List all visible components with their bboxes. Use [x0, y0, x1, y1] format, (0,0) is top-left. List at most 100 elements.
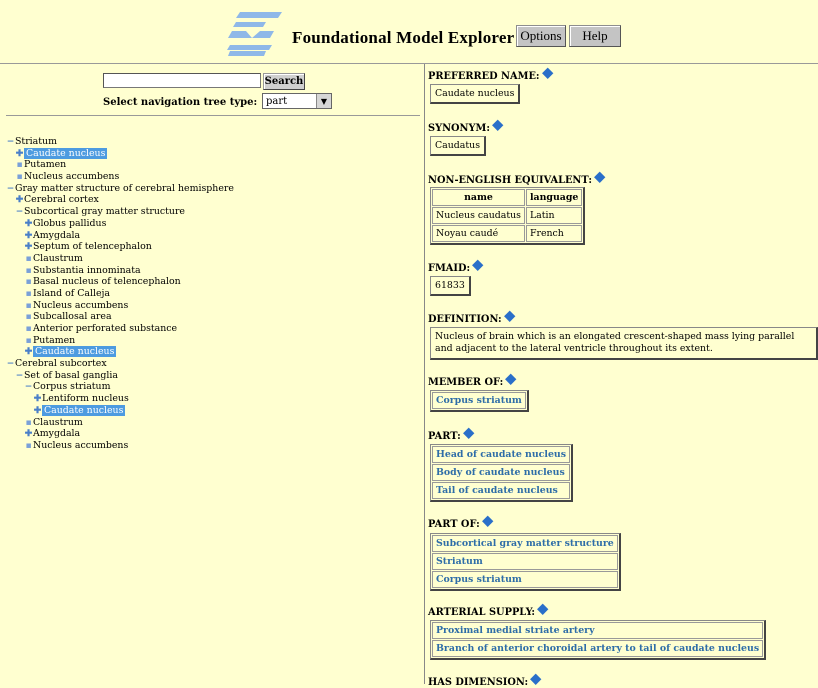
part-link[interactable]: Body of caudate nucleus — [432, 464, 571, 481]
tree-node-label[interactable]: Globus pallidus — [33, 218, 106, 229]
arterial-supply-link[interactable]: Branch of anterior choroidal artery to t… — [432, 640, 764, 657]
nav-type-select[interactable]: part ▼ — [262, 93, 332, 109]
tree-node-label[interactable]: Striatum — [15, 136, 57, 147]
arterial-supply-list: Proximal medial striate artery Branch of… — [430, 620, 767, 660]
info-icon[interactable] — [594, 171, 606, 183]
search-input[interactable] — [103, 73, 261, 88]
member-of-list: Corpus striatum — [430, 390, 529, 412]
tree-node-label[interactable]: Nucleus accumbens — [24, 171, 119, 182]
tree-node-label[interactable]: Substantia innominata — [33, 265, 141, 276]
tree-node-label[interactable]: Caudate nucleus — [24, 147, 108, 159]
non-english-label: NON-ENGLISH EQUIVALENT: — [428, 175, 592, 186]
tree-node[interactable]: ✚ Caudate nucleus — [6, 346, 416, 358]
tree-node[interactable]: −Striatum — [6, 136, 416, 148]
tree-node-label[interactable]: Cerebral subcortex — [15, 358, 107, 369]
tree-node[interactable]: ▪Substantia innominata — [6, 265, 416, 277]
tree-node[interactable]: ▪Putamen — [6, 335, 416, 347]
tree-node[interactable]: ✚Septum of telencephalon — [6, 241, 416, 253]
info-icon[interactable] — [472, 259, 484, 271]
info-icon[interactable] — [505, 373, 517, 385]
tree-node[interactable]: ▪Nucleus accumbens — [6, 440, 416, 452]
tree-node-label[interactable]: Putamen — [33, 335, 75, 346]
tree-node[interactable]: ✚ Caudate nucleus — [6, 147, 416, 160]
tree-node[interactable]: ✚Cerebral cortex — [6, 194, 416, 206]
tree-node-label[interactable]: Claustrum — [33, 253, 83, 264]
navigation-pane: Search Select navigation tree type: part… — [0, 64, 424, 684]
search-button[interactable]: Search — [263, 73, 305, 90]
tree-node-label[interactable]: Nucleus accumbens — [33, 300, 128, 311]
info-icon[interactable] — [541, 67, 553, 79]
info-icon[interactable] — [503, 310, 516, 322]
part-link[interactable]: Tail of caudate nucleus — [432, 482, 571, 499]
tree-node[interactable]: −Set of basal ganglia — [6, 370, 416, 382]
options-button[interactable]: Options — [516, 25, 566, 47]
arterial-supply-label: ARTERIAL SUPPLY: — [428, 607, 535, 618]
preferred-name-value: Caudate nucleus — [430, 84, 521, 104]
pane-divider[interactable] — [424, 64, 425, 684]
tree-node[interactable]: ▪Putamen — [6, 159, 416, 171]
tree-node[interactable]: ▪Island of Calleja — [6, 288, 416, 300]
tree-node-label[interactable]: Claustrum — [33, 417, 83, 428]
tree-node[interactable]: ▪Anterior perforated substance — [6, 323, 416, 335]
tree-node[interactable]: ✚Amygdala — [6, 428, 416, 440]
tree-node-label[interactable]: Amygdala — [33, 428, 80, 439]
tree-node[interactable]: ▪Claustrum — [6, 253, 416, 265]
tree-node[interactable]: ▪Basal nucleus of telencephalon — [6, 276, 416, 288]
tree-node[interactable]: ▪Nucleus accumbens — [6, 171, 416, 183]
tree-node-label[interactable]: Amygdala — [33, 230, 80, 241]
arterial-supply-link[interactable]: Proximal medial striate artery — [432, 622, 764, 639]
tree-node-label[interactable]: Gray matter structure of cerebral hemisp… — [15, 183, 234, 194]
table-cell: French — [525, 225, 583, 242]
info-icon[interactable] — [492, 119, 504, 131]
tree-node[interactable]: ✚Amygdala — [6, 230, 416, 242]
header: Foundational Model Explorer Options Help — [0, 0, 818, 62]
tree-node[interactable]: −Gray matter structure of cerebral hemis… — [6, 183, 416, 195]
info-icon[interactable] — [530, 673, 542, 685]
has-dimension-title: HAS DIMENSION: — [428, 673, 542, 688]
part-of-label: PART OF: — [428, 519, 480, 530]
search-divider — [6, 115, 420, 116]
info-icon[interactable] — [462, 427, 475, 439]
tree-node[interactable]: ▪Claustrum — [6, 417, 416, 429]
tree-node[interactable]: ▪Subcallosal area — [6, 311, 416, 323]
part-of-link[interactable]: Subcortical gray matter structure — [432, 535, 618, 552]
table-cell: Nucleus caudatus — [432, 207, 525, 224]
nav-type-label: Select navigation tree type: — [103, 97, 258, 108]
tree-node-label[interactable]: Lentiform nucleus — [42, 393, 129, 404]
info-icon[interactable] — [481, 515, 494, 527]
leaf-bullet-icon: ▪ — [25, 440, 32, 451]
tree-node[interactable]: −Subcortical gray matter structure — [6, 206, 416, 218]
part-link[interactable]: Head of caudate nucleus — [432, 446, 571, 463]
tree-node[interactable]: ✚Globus pallidus — [6, 218, 416, 230]
tree-node[interactable]: −Cerebral subcortex — [6, 358, 416, 370]
tree-node-label[interactable]: Subcortical gray matter structure — [24, 206, 185, 217]
part-of-link[interactable]: Striatum — [432, 553, 618, 570]
member-of-link[interactable]: Corpus striatum — [432, 392, 526, 409]
tree-node-label[interactable]: Cerebral cortex — [24, 194, 99, 205]
definition-label: DEFINITION: — [428, 314, 502, 325]
tree-node-label[interactable]: Island of Calleja — [33, 288, 110, 299]
preferred-name-title: PREFERRED NAME: — [428, 67, 553, 82]
help-button[interactable]: Help — [569, 25, 621, 47]
tree-node-label[interactable]: Anterior perforated substance — [33, 323, 177, 334]
tree-node-label[interactable]: Septum of telencephalon — [33, 241, 152, 252]
table-row: Nucleus caudatus Latin — [432, 207, 583, 224]
synonym-title: SYNONYM: — [428, 119, 504, 134]
info-icon[interactable] — [537, 603, 549, 615]
part-of-link[interactable]: Corpus striatum — [432, 571, 618, 588]
tree-node-label[interactable]: Set of basal ganglia — [24, 370, 118, 381]
tree-node-label[interactable]: Caudate nucleus — [42, 404, 126, 416]
table-cell: Latin — [525, 207, 583, 224]
non-english-table-box: name language Nucleus caudatus Latin Noy… — [430, 187, 586, 245]
tree-node[interactable]: −Corpus striatum — [6, 381, 416, 393]
tree-node-label[interactable]: Nucleus accumbens — [33, 440, 128, 451]
tree-node[interactable]: ✚ Caudate nucleus — [6, 404, 416, 417]
tree-node[interactable]: ▪Nucleus accumbens — [6, 300, 416, 312]
tree-node-label[interactable]: Subcallosal area — [33, 311, 112, 322]
tree-node-label[interactable]: Putamen — [24, 159, 66, 170]
chevron-down-icon[interactable]: ▼ — [316, 94, 331, 108]
tree-node-label[interactable]: Caudate nucleus — [33, 346, 117, 358]
tree-node-label[interactable]: Basal nucleus of telencephalon — [33, 276, 181, 287]
tree-node[interactable]: ✚Lentiform nucleus — [6, 393, 416, 405]
tree-node-label[interactable]: Corpus striatum — [33, 381, 110, 392]
